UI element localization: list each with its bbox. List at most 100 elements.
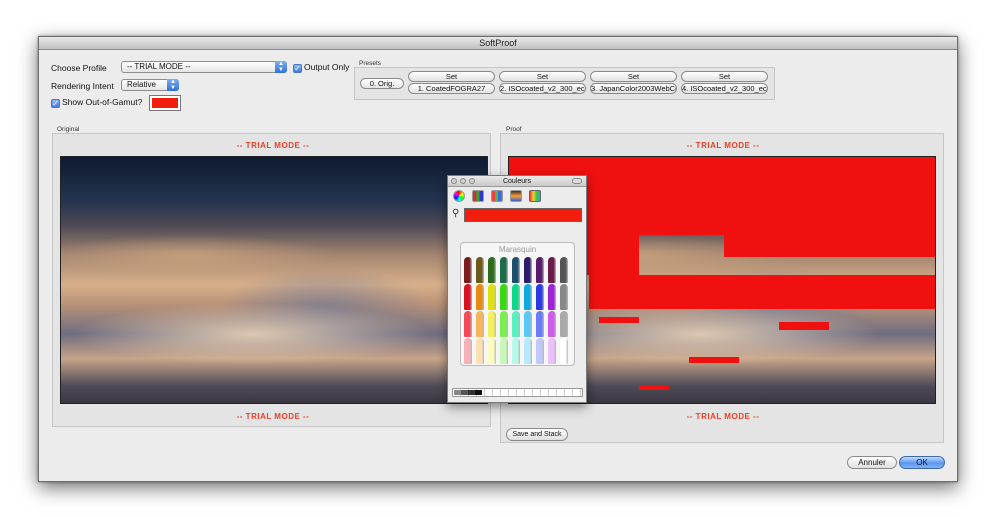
proof-trial-bottom: -- TRIAL MODE -- bbox=[686, 412, 760, 421]
sliders-icon[interactable] bbox=[472, 190, 484, 202]
preset-4-set-button[interactable]: Set bbox=[681, 71, 768, 82]
gamut-overlay bbox=[639, 385, 669, 390]
proof-trial-top: -- TRIAL MODE -- bbox=[686, 141, 760, 150]
show-gamut-label: Show Out-of-Gamut? bbox=[62, 97, 143, 107]
ok-button[interactable]: OK bbox=[899, 456, 945, 469]
crayon-grid bbox=[464, 257, 574, 365]
original-label: Original bbox=[57, 126, 80, 133]
window-title: SoftProof bbox=[39, 37, 957, 50]
crayon-swatch[interactable] bbox=[476, 257, 484, 283]
crayon-swatch[interactable] bbox=[560, 338, 568, 364]
proof-label: Proof bbox=[506, 126, 522, 133]
crayon-swatch[interactable] bbox=[488, 257, 496, 283]
gamut-overlay bbox=[599, 317, 639, 323]
gamut-overlay bbox=[689, 357, 739, 363]
save-and-stack-button[interactable]: Save and Stack bbox=[506, 428, 568, 441]
presets-label: Presets bbox=[359, 60, 382, 67]
crayon-swatch[interactable] bbox=[488, 338, 496, 364]
profile-select[interactable]: -- TRIAL MODE -- ▲ ▼ bbox=[121, 61, 287, 73]
original-trial-top: -- TRIAL MODE -- bbox=[236, 141, 310, 150]
preset-3-set-button[interactable]: Set bbox=[590, 71, 677, 82]
crayon-swatch[interactable] bbox=[560, 311, 568, 337]
colors-panel-title: Couleurs bbox=[502, 178, 531, 185]
palettes-icon[interactable] bbox=[491, 190, 503, 202]
crayons-icon[interactable] bbox=[529, 190, 541, 202]
crayon-swatch[interactable] bbox=[548, 257, 556, 283]
image-palettes-icon[interactable] bbox=[510, 190, 522, 202]
crayon-swatch[interactable] bbox=[548, 284, 556, 310]
checkmark-icon: ✓ bbox=[293, 64, 302, 73]
crayon-swatch[interactable] bbox=[560, 257, 568, 283]
updown-arrows-icon: ▲ ▼ bbox=[275, 61, 287, 73]
magnifier-icon[interactable]: ⚲ bbox=[452, 208, 459, 219]
zoom-icon[interactable] bbox=[469, 178, 475, 184]
crayon-swatch[interactable] bbox=[560, 284, 568, 310]
minimize-icon[interactable] bbox=[460, 178, 466, 184]
gamut-overlay bbox=[589, 275, 935, 309]
crayon-swatch[interactable] bbox=[512, 338, 520, 364]
crayon-swatch[interactable] bbox=[536, 257, 544, 283]
preset-4-button[interactable]: 4. ISOcoated_v2_300_eci bbox=[681, 83, 768, 94]
crayon-swatch[interactable] bbox=[512, 257, 520, 283]
crayon-swatch[interactable] bbox=[536, 311, 544, 337]
crayon-swatch[interactable] bbox=[500, 284, 508, 310]
crayon-swatch[interactable] bbox=[500, 311, 508, 337]
crayon-swatch[interactable] bbox=[548, 338, 556, 364]
preset-orig-button[interactable]: 0. Orig. bbox=[360, 78, 404, 89]
crayon-swatch[interactable] bbox=[524, 338, 532, 364]
checkmark-icon: ✓ bbox=[51, 99, 60, 108]
crayon-swatch[interactable] bbox=[476, 338, 484, 364]
crayon-swatch[interactable] bbox=[548, 311, 556, 337]
original-trial-bottom: -- TRIAL MODE -- bbox=[236, 412, 310, 421]
preset-1-set-button[interactable]: Set bbox=[408, 71, 495, 82]
crayon-swatch[interactable] bbox=[464, 257, 472, 283]
preset-3-button[interactable]: 3. JapanColor2003WebCo bbox=[590, 83, 677, 94]
crayon-swatch[interactable] bbox=[464, 311, 472, 337]
gamut-overlay bbox=[779, 322, 829, 330]
rendering-intent-select[interactable]: Relative ▲ ▼ bbox=[121, 79, 179, 91]
rendering-intent-label: Rendering Intent bbox=[51, 81, 114, 91]
rendering-intent-value: Relative bbox=[127, 80, 156, 89]
preset-1-button[interactable]: 1. CoatedFOGRA27 bbox=[408, 83, 495, 94]
output-only-checkbox[interactable]: ✓ Output Only bbox=[293, 62, 349, 73]
crayon-swatch[interactable] bbox=[524, 257, 532, 283]
output-only-label: Output Only bbox=[304, 62, 350, 72]
show-gamut-checkbox[interactable]: ✓ Show Out-of-Gamut? bbox=[51, 97, 142, 108]
profile-select-value: -- TRIAL MODE -- bbox=[127, 62, 191, 71]
choose-profile-label: Choose Profile bbox=[51, 63, 107, 73]
presets-group: 0. Orig. Set 1. CoatedFOGRA27 Set 2. ISO… bbox=[354, 67, 775, 100]
saved-swatches[interactable] bbox=[454, 390, 482, 395]
gamut-color-well[interactable] bbox=[149, 95, 181, 111]
crayon-swatch[interactable] bbox=[488, 311, 496, 337]
crayon-swatch[interactable] bbox=[464, 284, 472, 310]
preset-2-set-button[interactable]: Set bbox=[499, 71, 586, 82]
colors-panel: Couleurs ⚲ Marasquin bbox=[447, 175, 587, 403]
preset-2-button[interactable]: 2. ISOcoated_v2_300_eci bbox=[499, 83, 586, 94]
crayon-swatch[interactable] bbox=[536, 338, 544, 364]
crayon-swatch[interactable] bbox=[500, 338, 508, 364]
crayon-swatch[interactable] bbox=[524, 311, 532, 337]
crayon-swatch[interactable] bbox=[476, 311, 484, 337]
crayon-swatch[interactable] bbox=[500, 257, 508, 283]
original-image bbox=[60, 156, 488, 404]
cancel-button[interactable]: Annuler bbox=[847, 456, 897, 469]
toolbar-toggle-icon[interactable] bbox=[572, 178, 582, 184]
crayon-swatch[interactable] bbox=[524, 284, 532, 310]
colors-panel-titlebar[interactable]: Couleurs bbox=[448, 176, 586, 187]
crayon-swatch[interactable] bbox=[512, 311, 520, 337]
crayon-swatch[interactable] bbox=[536, 284, 544, 310]
crayon-swatch[interactable] bbox=[476, 284, 484, 310]
gamut-overlay bbox=[724, 235, 935, 257]
color-wheel-icon[interactable] bbox=[453, 190, 465, 202]
selected-color-swatch bbox=[464, 208, 582, 222]
crayon-swatch[interactable] bbox=[464, 338, 472, 364]
crayon-name: Marasquin bbox=[498, 245, 537, 254]
crayon-swatch[interactable] bbox=[512, 284, 520, 310]
original-panel: -- TRIAL MODE -- -- TRIAL MODE -- bbox=[52, 133, 491, 427]
close-icon[interactable] bbox=[451, 178, 457, 184]
gamut-color-swatch bbox=[152, 98, 178, 108]
saved-swatches-strip[interactable] bbox=[452, 388, 583, 397]
crayon-box: Marasquin bbox=[460, 242, 575, 366]
crayon-swatch[interactable] bbox=[488, 284, 496, 310]
updown-arrows-icon: ▲ ▼ bbox=[167, 79, 179, 91]
